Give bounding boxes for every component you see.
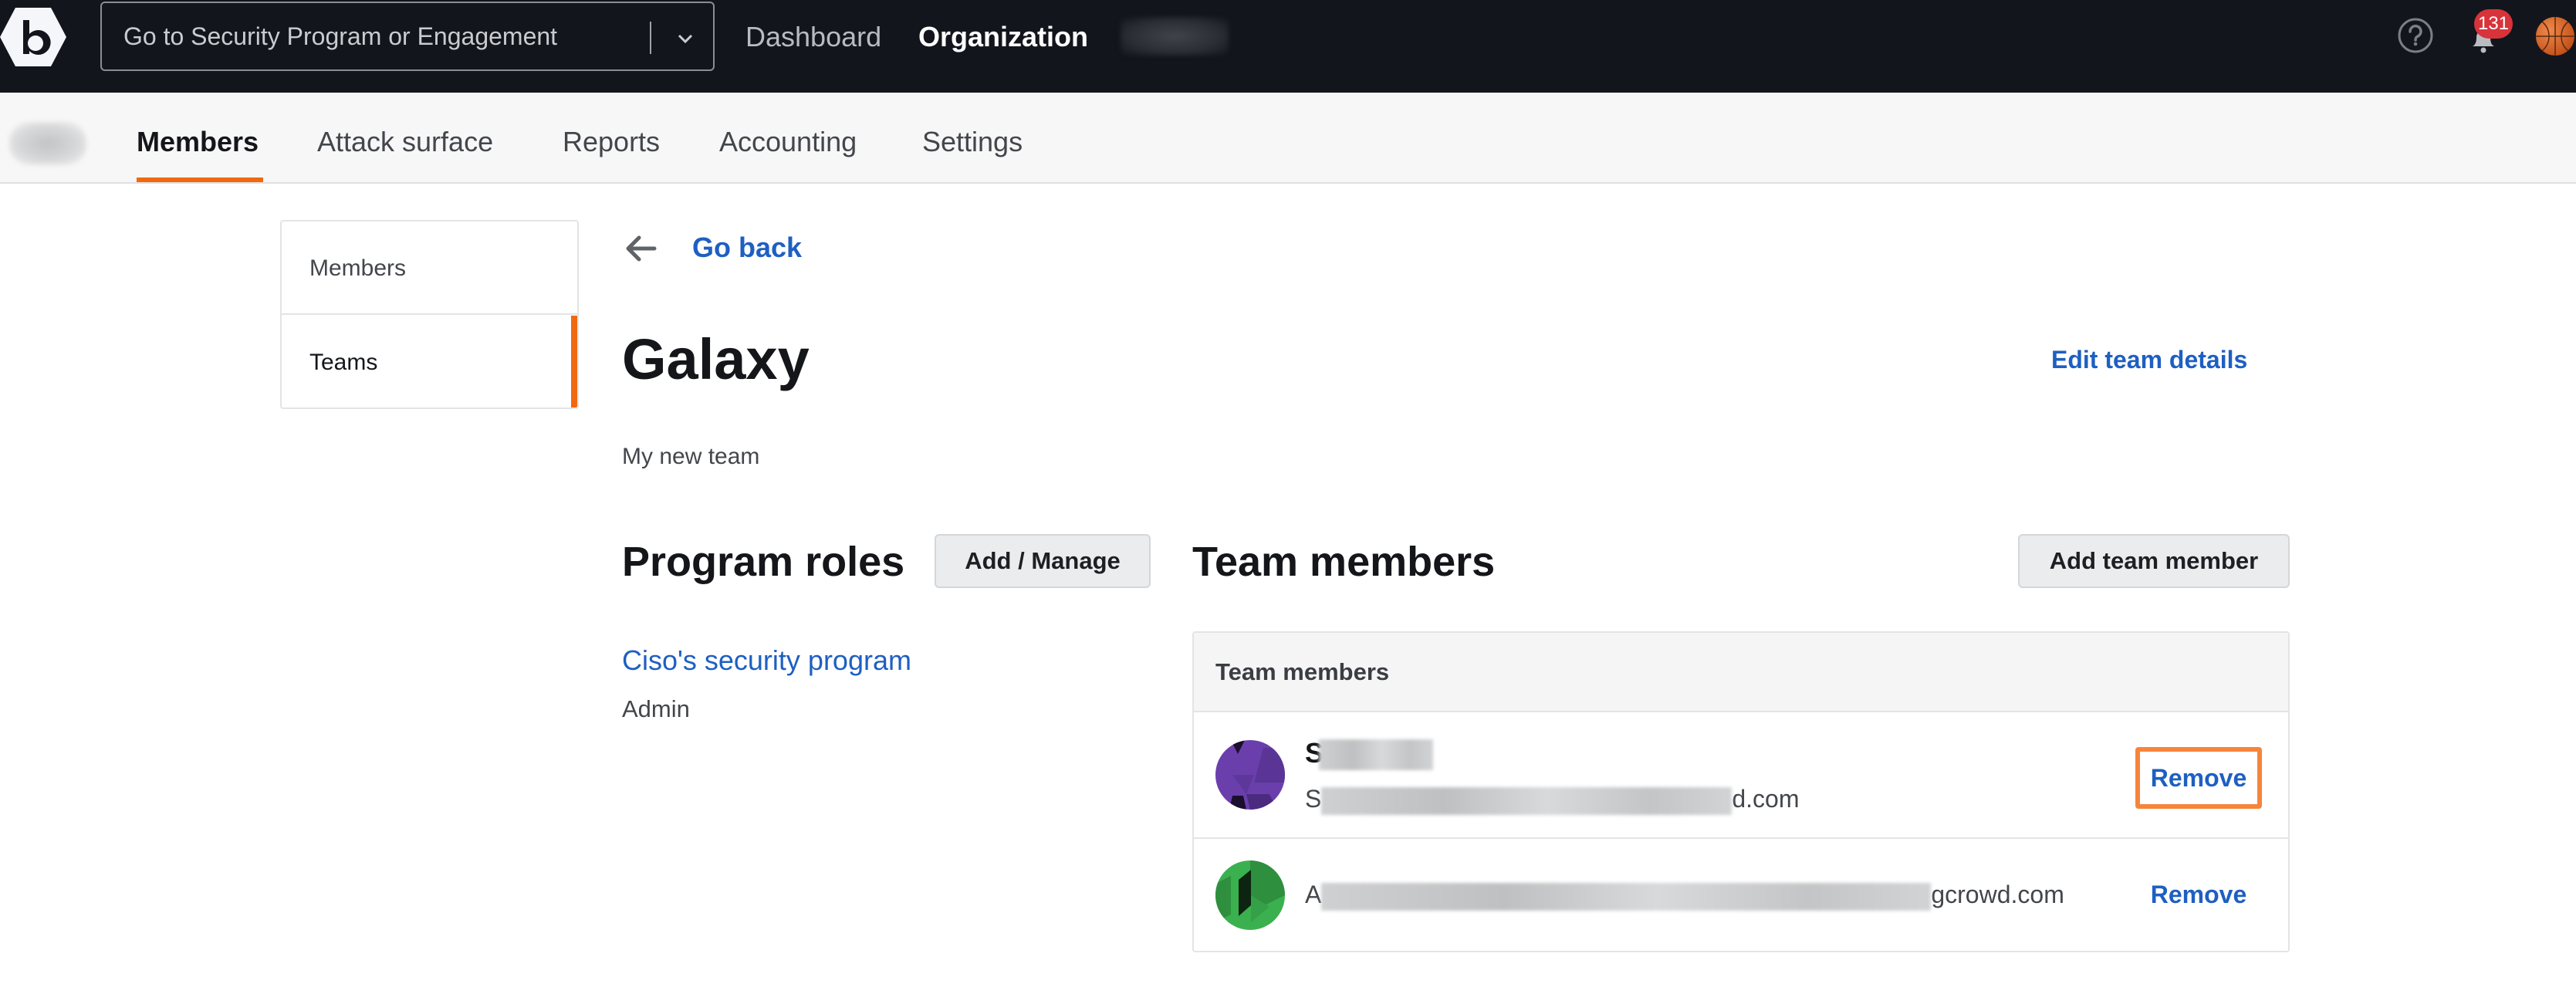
help-circle-icon[interactable] bbox=[2397, 17, 2434, 54]
bugcrowd-logo-icon[interactable] bbox=[0, 8, 66, 66]
member-avatar bbox=[1215, 740, 1285, 810]
team-description: My new team bbox=[622, 444, 760, 469]
add-manage-roles-button[interactable]: Add / Manage bbox=[935, 534, 1151, 588]
tab-members[interactable]: Members bbox=[137, 93, 259, 181]
program-role: Admin bbox=[622, 695, 690, 722]
member-email: Sd.com bbox=[1305, 782, 1799, 816]
search-placeholder[interactable]: Go to Security Program or Engagement bbox=[123, 3, 557, 69]
tab-settings[interactable]: Settings bbox=[922, 93, 1023, 181]
remove-member-button-focused[interactable]: Remove bbox=[2135, 747, 2262, 809]
email-prefix: S bbox=[1305, 785, 1322, 813]
email-prefix: A bbox=[1305, 881, 1322, 908]
remove-member-button[interactable]: Remove bbox=[2135, 877, 2262, 911]
arrow-left-icon[interactable] bbox=[624, 232, 659, 265]
redacted-name bbox=[1319, 739, 1434, 771]
members-sidebar: Members Teams bbox=[280, 220, 579, 409]
redacted-email bbox=[1321, 786, 1733, 815]
sidebar-item-members[interactable]: Members bbox=[282, 221, 577, 315]
tab-reports[interactable]: Reports bbox=[563, 93, 660, 181]
redacted-organization-name bbox=[1121, 17, 1229, 56]
table-row: S Sd.com Remove bbox=[1194, 712, 2288, 839]
tab-accounting[interactable]: Accounting bbox=[719, 93, 857, 181]
team-name-heading: Galaxy bbox=[622, 327, 810, 391]
active-tab-indicator bbox=[137, 178, 263, 182]
top-navbar: Go to Security Program or Engagement Das… bbox=[0, 0, 2576, 93]
org-subnav: Members Attack surface Reports Accountin… bbox=[0, 93, 2576, 184]
remove-member-link[interactable]: Remove bbox=[2151, 764, 2247, 792]
team-members-heading: Team members bbox=[1192, 539, 1496, 585]
user-avatar[interactable] bbox=[2536, 17, 2574, 56]
remove-member-link[interactable]: Remove bbox=[2151, 881, 2247, 908]
member-name: S bbox=[1305, 734, 1434, 773]
team-members-table: Team members S Sd.com Remove A gcrowd.co… bbox=[1192, 631, 2290, 952]
go-back-link[interactable]: Go back bbox=[692, 228, 802, 267]
table-header: Team members bbox=[1194, 633, 2288, 712]
table-header-label: Team members bbox=[1215, 658, 1390, 685]
sidebar-item-teams[interactable]: Teams bbox=[282, 316, 577, 407]
notification-count-badge: 131 bbox=[2474, 9, 2513, 39]
email-suffix: d.com bbox=[1732, 785, 1800, 813]
tab-attack-surface[interactable]: Attack surface bbox=[317, 93, 493, 181]
chevron-down-icon[interactable] bbox=[671, 25, 699, 52]
search-divider bbox=[650, 22, 651, 54]
sidebar-active-indicator bbox=[571, 316, 577, 407]
nav-organization[interactable]: Organization bbox=[918, 0, 1088, 74]
redacted-email bbox=[1321, 882, 1932, 911]
member-avatar bbox=[1215, 860, 1285, 930]
add-team-member-button[interactable]: Add team member bbox=[2018, 534, 2290, 588]
edit-team-details-link[interactable]: Edit team details bbox=[2051, 343, 2247, 377]
member-email: Agcrowd.com bbox=[1305, 877, 2064, 911]
program-roles-heading: Program roles bbox=[622, 539, 905, 585]
nav-dashboard[interactable]: Dashboard bbox=[745, 0, 881, 74]
redacted-org-logo bbox=[9, 122, 86, 165]
program-search-combobox[interactable]: Go to Security Program or Engagement bbox=[100, 2, 715, 71]
email-suffix: gcrowd.com bbox=[1931, 881, 2064, 908]
table-row: Agcrowd.com Remove bbox=[1194, 839, 2288, 951]
program-link[interactable]: Ciso's security program bbox=[622, 642, 911, 679]
